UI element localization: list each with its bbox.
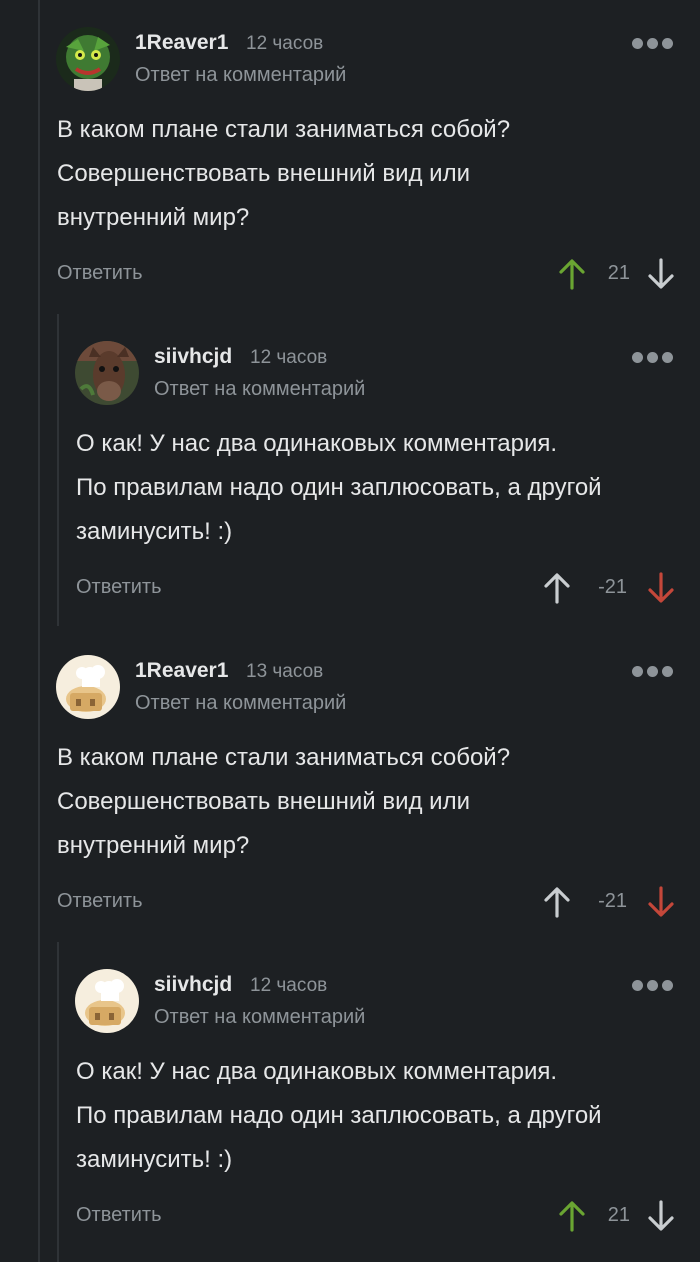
reply-button[interactable]: Ответить [76, 1204, 162, 1227]
comment: 1Reaver1 12 часов Ответ на комментарий В… [0, 0, 700, 314]
downvote-arrow-icon[interactable] [648, 258, 674, 290]
comment-author[interactable]: siivhcjd [154, 345, 232, 369]
green-character-avatar-icon[interactable] [56, 27, 120, 91]
reply-to-link[interactable]: Ответ на комментарий [154, 1006, 365, 1029]
comment: 1Reaver1 13 часов Ответ на комментарий В… [0, 628, 700, 942]
reply-to-link[interactable]: Ответ на комментарий [154, 378, 365, 401]
comment-text: В каком плане стали заниматься собой? Со… [57, 116, 511, 231]
comment-text: О как! У нас два одинаковых комментария.… [76, 430, 602, 545]
more-options-icon[interactable] [632, 38, 673, 50]
reply-to-link[interactable]: Ответ на комментарий [135, 64, 346, 87]
reply-button[interactable]: Ответить [57, 890, 143, 913]
upvote-arrow-icon[interactable] [559, 258, 585, 290]
reply-button[interactable]: Ответить [57, 262, 143, 285]
reply-to-link[interactable]: Ответ на комментарий [135, 692, 346, 715]
comment-author[interactable]: siivhcjd [154, 973, 232, 997]
comment-rating: 21 [607, 1204, 630, 1226]
downvote-arrow-icon[interactable] [648, 1200, 674, 1232]
comment-author[interactable]: 1Reaver1 [135, 31, 228, 55]
more-options-icon[interactable] [632, 666, 673, 678]
comment-rating: -21 [598, 576, 627, 598]
comment: siivhcjd 12 часов Ответ на комментарий О… [0, 942, 700, 1262]
more-options-icon[interactable] [632, 980, 673, 992]
more-options-icon[interactable] [632, 352, 673, 364]
upvote-arrow-icon[interactable] [559, 1200, 585, 1232]
comment-time: 12 часов [250, 347, 328, 368]
comment-rating: -21 [598, 890, 627, 912]
comment-time: 12 часов [246, 33, 324, 54]
comment-time: 13 часов [246, 661, 324, 682]
upvote-arrow-icon[interactable] [544, 886, 570, 918]
comment: siivhcjd 12 часов Ответ на комментарий О… [0, 314, 700, 628]
horse-avatar-icon[interactable] [75, 341, 139, 405]
default-chef-avatar-icon[interactable] [75, 969, 139, 1033]
comment-text: В каком плане стали заниматься собой? Со… [57, 744, 511, 859]
comment-text: О как! У нас два одинаковых комментария.… [76, 1058, 602, 1173]
downvote-arrow-icon[interactable] [648, 886, 674, 918]
comment-rating: 21 [607, 262, 630, 284]
comment-time: 12 часов [250, 975, 328, 996]
default-chef-avatar-icon[interactable] [56, 655, 120, 719]
upvote-arrow-icon[interactable] [544, 572, 570, 604]
reply-button[interactable]: Ответить [76, 576, 162, 599]
downvote-arrow-icon[interactable] [648, 572, 674, 604]
comment-author[interactable]: 1Reaver1 [135, 659, 228, 683]
